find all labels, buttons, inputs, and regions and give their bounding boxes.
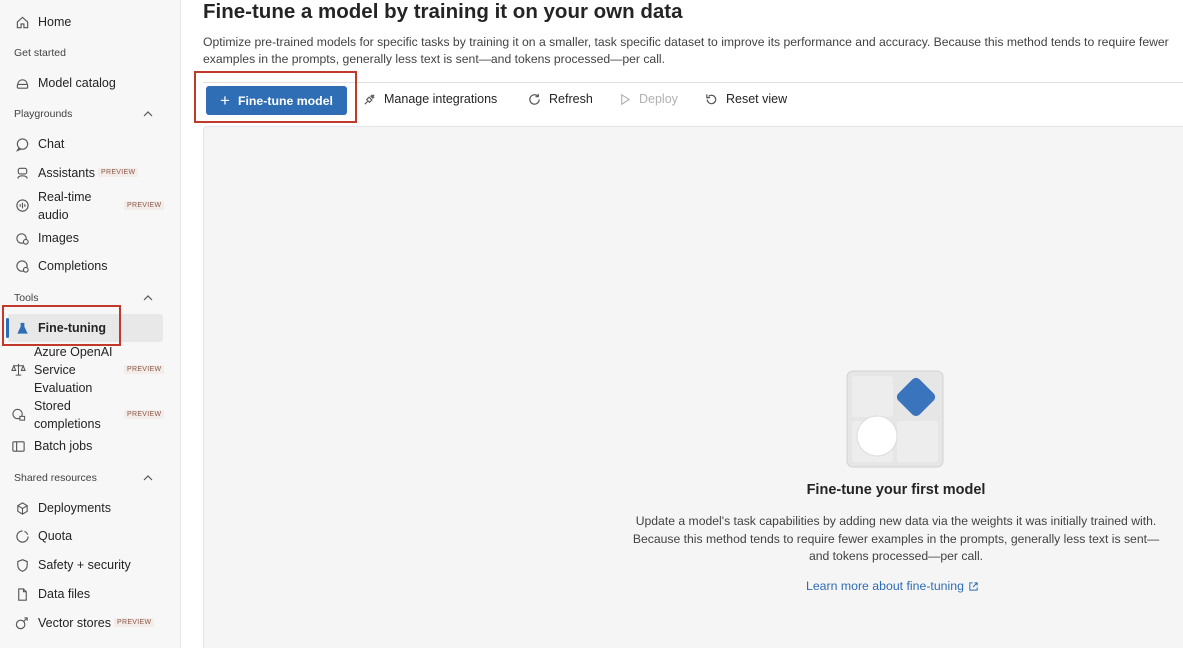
sidebar-item-label: Stored completions	[34, 397, 101, 433]
section-playgrounds[interactable]: Playgrounds	[14, 108, 154, 120]
sidebar-item-batch-jobs[interactable]: Batch jobs	[8, 437, 163, 455]
button-label: Refresh	[549, 92, 593, 106]
refresh-icon	[526, 91, 542, 107]
page-title: Fine-tune a model by training it on your…	[203, 0, 683, 23]
file-icon	[14, 586, 30, 602]
empty-state-illustration	[846, 370, 944, 468]
reset-icon	[703, 91, 719, 107]
description-line: and tokens processed—per call.	[808, 549, 984, 563]
label-line: completions	[34, 417, 101, 431]
evaluation-icon	[10, 361, 26, 377]
sidebar-item-home[interactable]: Home	[8, 13, 163, 31]
sidebar-item-assistants[interactable]: Assistants	[8, 164, 163, 182]
section-label: Shared resources	[14, 472, 97, 484]
deployments-icon	[14, 500, 30, 516]
highlight-box	[2, 305, 121, 346]
plug-icon	[361, 91, 377, 107]
learn-more-link[interactable]: Learn more about fine-tuning	[806, 579, 979, 593]
deploy-button[interactable]: Deploy	[616, 91, 678, 107]
empty-state-panel	[203, 126, 1183, 648]
audio-icon	[14, 197, 30, 213]
section-tools[interactable]: Tools	[14, 292, 154, 304]
chevron-up-icon[interactable]	[142, 472, 154, 484]
link-label: Learn more about fine-tuning	[806, 579, 964, 593]
label-line: Evaluation	[34, 381, 93, 395]
empty-state-title: Fine-tune your first model	[806, 482, 986, 498]
highlight-box	[194, 71, 357, 123]
quota-icon	[14, 528, 30, 544]
page-subtitle: Optimize pre-trained models for specific…	[203, 35, 1169, 66]
section-label: Tools	[14, 292, 39, 304]
preview-badge: PREVIEW	[124, 410, 165, 419]
preview-badge: PREVIEW	[114, 618, 155, 627]
chevron-up-icon[interactable]	[142, 108, 154, 120]
chat-icon	[14, 136, 30, 152]
refresh-button[interactable]: Refresh	[526, 91, 593, 107]
sidebar-item-label: Chat	[38, 137, 65, 151]
sidebar-item-label: Home	[38, 15, 72, 29]
sidebar-item-safety-security[interactable]: Safety + security	[8, 556, 163, 574]
button-label: Deploy	[639, 92, 678, 106]
label-line: audio	[38, 208, 69, 222]
sidebar-item-label: Completions	[38, 259, 108, 273]
section-shared-resources[interactable]: Shared resources	[14, 472, 154, 484]
preview-badge: PREVIEW	[124, 365, 165, 374]
images-icon	[14, 230, 30, 246]
sidebar-item-label: Vector stores	[38, 616, 111, 630]
sidebar-item-images[interactable]: Images	[8, 229, 163, 247]
button-label: Reset view	[726, 92, 788, 106]
chevron-up-icon[interactable]	[142, 292, 154, 304]
completions-icon	[14, 258, 30, 274]
sidebar-item-label: Azure OpenAI Service Evaluation	[34, 343, 113, 397]
sidebar-item-label: Assistants	[38, 166, 95, 180]
description-line: Update a model's task capabilities by ad…	[635, 514, 1157, 528]
sidebar-item-label: Data files	[38, 587, 91, 601]
external-link-icon	[969, 581, 978, 591]
section-label: Playgrounds	[14, 108, 73, 120]
description-line: Because this method tends to require few…	[632, 531, 1160, 546]
label-line: Service	[34, 363, 76, 377]
sidebar-item-quota[interactable]: Quota	[8, 527, 163, 545]
empty-state-description: Update a model's task capabilities by ad…	[620, 513, 1172, 566]
vector-icon	[14, 615, 30, 631]
sidebar-item-label: Batch jobs	[34, 439, 93, 453]
reset-view-button[interactable]: Reset view	[703, 91, 787, 107]
batch-icon	[10, 438, 26, 454]
section-label: Get started	[14, 47, 66, 59]
assistants-icon	[14, 165, 30, 181]
catalog-icon	[14, 75, 30, 91]
preview-badge: PREVIEW	[98, 168, 139, 177]
sidebar-item-label: Safety + security	[38, 558, 131, 572]
sidebar-item-completions[interactable]: Completions	[8, 257, 163, 275]
sidebar-item-chat[interactable]: Chat	[8, 135, 163, 153]
home-icon	[14, 14, 30, 30]
sidebar-item-label: Real-time audio	[38, 188, 92, 224]
sidebar-item-label: Model catalog	[38, 76, 116, 90]
preview-badge: PREVIEW	[124, 201, 165, 210]
label-line: Azure OpenAI	[34, 345, 113, 359]
sidebar-item-label: Images	[38, 231, 79, 245]
sidebar-item-data-files[interactable]: Data files	[8, 585, 163, 603]
section-get-started: Get started	[14, 47, 154, 59]
play-icon	[616, 91, 632, 107]
sidebar-item-label: Deployments	[38, 501, 111, 515]
label-line: Real-time	[38, 190, 92, 204]
sidebar-item-label: Quota	[38, 529, 73, 543]
sidebar-item-deployments[interactable]: Deployments	[8, 499, 163, 517]
label-line: Stored	[34, 399, 71, 413]
sidebar-item-model-catalog[interactable]: Model catalog	[8, 74, 163, 92]
button-label: Manage integrations	[384, 92, 498, 106]
shield-icon	[14, 557, 30, 573]
manage-integrations-button[interactable]: Manage integrations	[361, 91, 497, 107]
stored-icon	[10, 406, 26, 422]
